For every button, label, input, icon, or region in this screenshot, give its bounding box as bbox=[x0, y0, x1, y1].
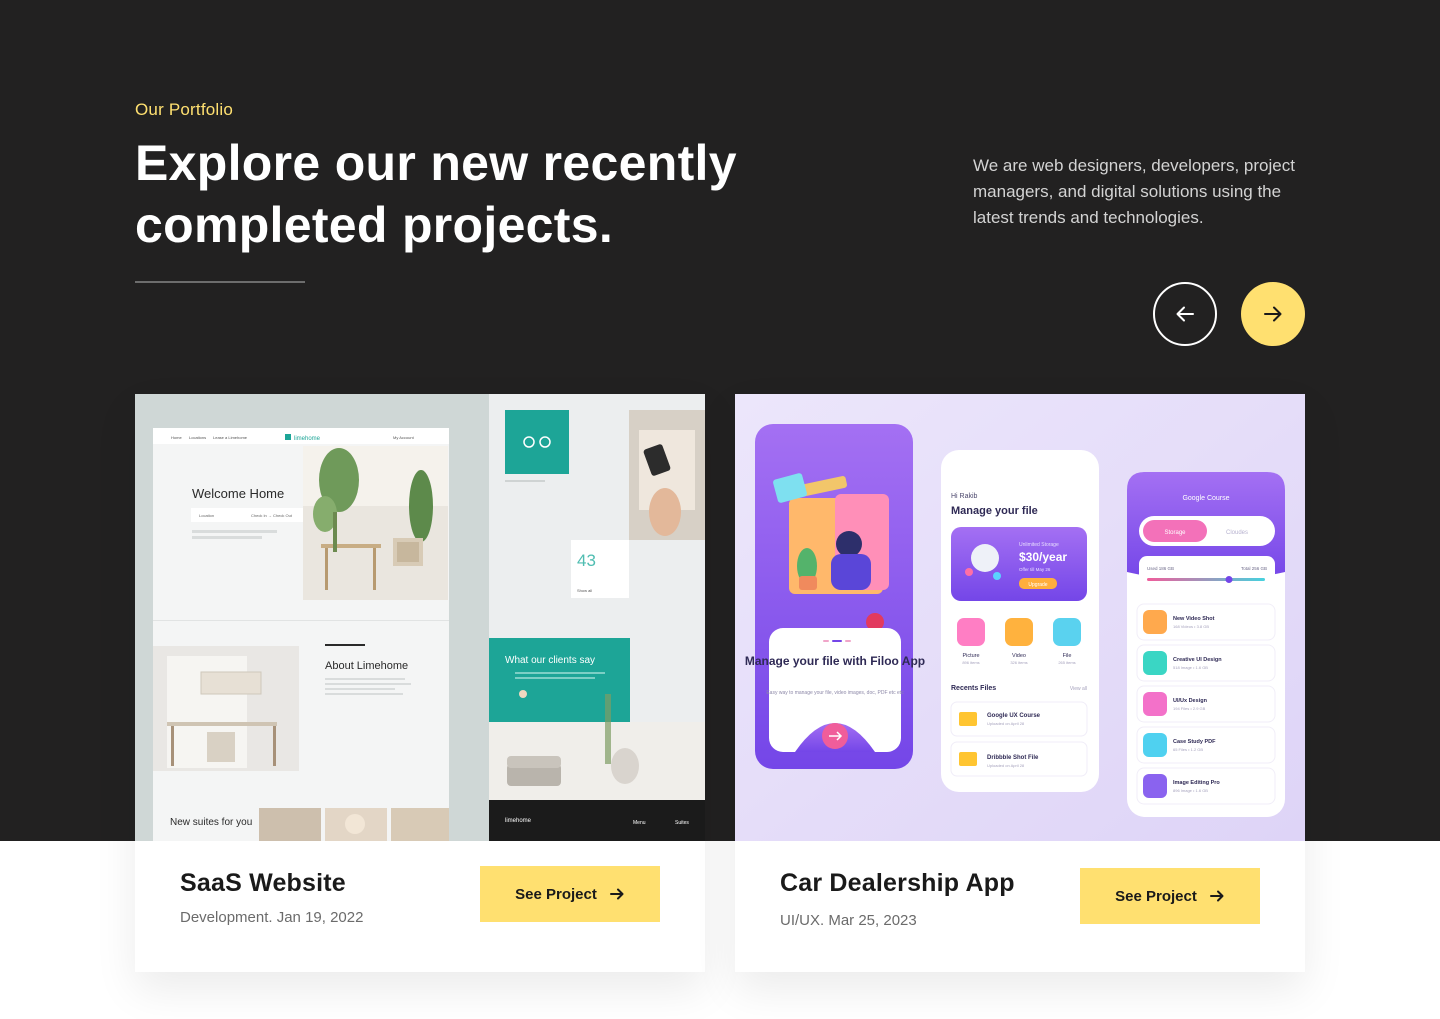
reviews-title: What our clients say bbox=[505, 655, 595, 666]
arrow-right-icon bbox=[1264, 306, 1282, 322]
svg-text:896 Image • 1.6 GB: 896 Image • 1.6 GB bbox=[1173, 788, 1208, 793]
see-project-button[interactable]: See Project bbox=[480, 866, 660, 922]
svg-text:New Video Shot: New Video Shot bbox=[1173, 616, 1215, 622]
nav-link: Home bbox=[171, 435, 182, 440]
stat-number: 43 bbox=[577, 551, 596, 570]
greeting: Hi Rakib bbox=[951, 493, 978, 500]
course-title: Google Course bbox=[1182, 495, 1229, 502]
section-description: We are web designers, developers, projec… bbox=[973, 156, 1295, 227]
svg-text:518 Image • 1.6 GB: 518 Image • 1.6 GB bbox=[1173, 665, 1208, 670]
project-card[interactable]: Manage your file with Filoo App Easy way… bbox=[735, 394, 1305, 972]
svg-text:Used 186 GB: Used 186 GB bbox=[1147, 566, 1174, 571]
svg-text:Upgrade: Upgrade bbox=[1028, 582, 1047, 588]
about-title: About Limehome bbox=[325, 660, 408, 672]
svg-text:Easy way to manage your file,: Easy way to manage your file, video imag… bbox=[766, 690, 904, 696]
folder-list: New Video Shot 168 Videos • 3.8 GB Creat… bbox=[1136, 603, 1276, 805]
hero-title: Welcome Home bbox=[192, 486, 284, 501]
svg-text:Offer till May 26: Offer till May 26 bbox=[1019, 567, 1051, 572]
project-thumbnail[interactable]: Home Locations Lease a Limehome limehome… bbox=[135, 394, 705, 841]
svg-text:Menu: Menu bbox=[633, 820, 646, 826]
suites-title: New suites for you bbox=[170, 817, 252, 828]
svg-text:265 items: 265 items bbox=[1058, 660, 1075, 665]
svg-text:Check In → Check Out: Check In → Check Out bbox=[251, 513, 293, 518]
project-title: Car Dealership App bbox=[780, 869, 1015, 897]
svg-text:Suites: Suites bbox=[675, 820, 689, 826]
see-project-label: See Project bbox=[1115, 887, 1197, 905]
headline-divider bbox=[135, 281, 305, 283]
svg-text:Show all: Show all bbox=[577, 588, 592, 593]
onboarding-title: Manage your file with Filoo App bbox=[745, 654, 925, 668]
svg-text:Storage: Storage bbox=[1164, 530, 1186, 536]
svg-text:168 Videos • 3.8 GB: 168 Videos • 3.8 GB bbox=[1173, 624, 1209, 629]
section-eyebrow: Our Portfolio bbox=[135, 100, 234, 119]
arrow-left-icon bbox=[1176, 306, 1194, 322]
svg-text:File: File bbox=[1063, 653, 1072, 659]
svg-text:Image Editing Pro: Image Editing Pro bbox=[1173, 780, 1220, 786]
nav-link: Lease a Limehome bbox=[213, 435, 248, 440]
brand-logo: limehome bbox=[294, 436, 321, 442]
svg-text:Video: Video bbox=[1012, 653, 1026, 659]
svg-text:Dribbble Shot File: Dribbble Shot File bbox=[987, 755, 1039, 761]
svg-text:$30/year: $30/year bbox=[1019, 550, 1067, 564]
svg-text:Recents Files: Recents Files bbox=[951, 685, 996, 692]
arrow-right-icon bbox=[1209, 890, 1224, 902]
account-link: My Account bbox=[393, 435, 415, 440]
svg-text:896 items: 896 items bbox=[962, 660, 979, 665]
section-headline: Explore our new recently completed proje… bbox=[135, 135, 737, 253]
project-meta: Development. Jan 19, 2022 bbox=[180, 909, 364, 926]
carousel-next-button[interactable] bbox=[1241, 282, 1305, 346]
svg-text:limehome: limehome bbox=[505, 818, 532, 824]
svg-text:Cloudes: Cloudes bbox=[1226, 530, 1248, 536]
svg-text:194 Files • 2.9 GB: 194 Files • 2.9 GB bbox=[1173, 706, 1206, 711]
project-card[interactable]: Home Locations Lease a Limehome limehome… bbox=[135, 394, 705, 972]
see-project-button[interactable]: See Project bbox=[1080, 868, 1260, 924]
arrow-right-icon bbox=[609, 888, 624, 900]
limehome-website-mockup: Home Locations Lease a Limehome limehome… bbox=[135, 394, 705, 841]
filoo-app-mockup: Manage your file with Filoo App Easy way… bbox=[735, 394, 1305, 841]
see-project-label: See Project bbox=[515, 885, 597, 903]
svg-text:View all: View all bbox=[1070, 686, 1087, 692]
svg-text:Uploaded on April 28: Uploaded on April 28 bbox=[987, 721, 1025, 726]
nav-link: Locations bbox=[189, 435, 206, 440]
svg-text:65 Files • 1.2 GB: 65 Files • 1.2 GB bbox=[1173, 747, 1203, 752]
svg-text:UI/Ux Design: UI/Ux Design bbox=[1173, 698, 1208, 704]
svg-text:Total 256 GB: Total 256 GB bbox=[1241, 566, 1267, 571]
svg-text:Google UX Course: Google UX Course bbox=[987, 713, 1041, 719]
project-meta: UI/UX. Mar 25, 2023 bbox=[780, 912, 917, 929]
svg-text:Manage your file with Filoo Ap: Manage your file with Filoo App bbox=[745, 654, 925, 668]
manage-title: Manage your file bbox=[951, 505, 1038, 517]
svg-text:Location: Location bbox=[199, 513, 214, 518]
carousel-prev-button[interactable] bbox=[1153, 282, 1217, 346]
svg-text:Creative UI Design: Creative UI Design bbox=[1173, 657, 1222, 663]
svg-text:Uploaded on April 28: Uploaded on April 28 bbox=[987, 763, 1025, 768]
svg-text:Unlimited Storage: Unlimited Storage bbox=[1019, 542, 1059, 548]
svg-text:326 items: 326 items bbox=[1010, 660, 1027, 665]
svg-text:Case Study PDF: Case Study PDF bbox=[1173, 739, 1216, 745]
svg-text:Picture: Picture bbox=[962, 653, 979, 659]
project-title: SaaS Website bbox=[180, 869, 346, 897]
project-thumbnail[interactable]: Manage your file with Filoo App Easy way… bbox=[735, 394, 1305, 841]
